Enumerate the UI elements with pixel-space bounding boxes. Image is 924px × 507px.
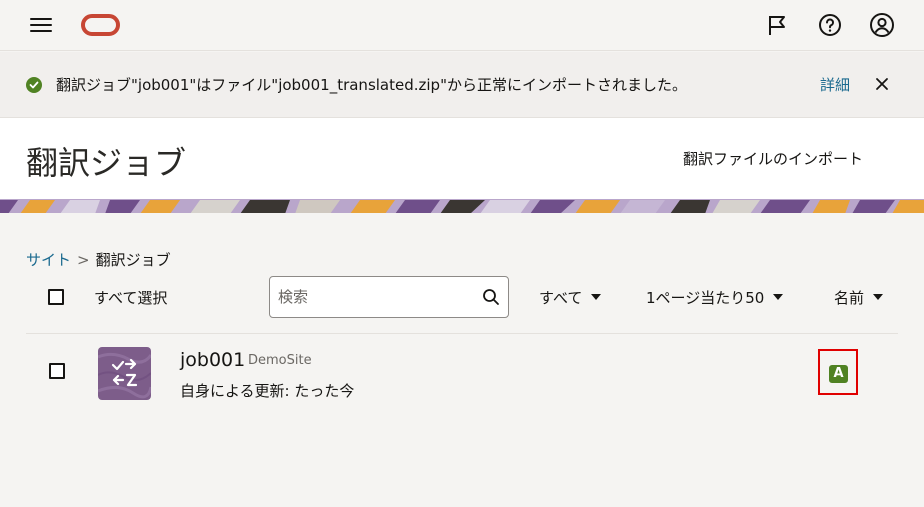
breadcrumb-separator: > [77, 251, 90, 269]
breadcrumb: サイト > 翻訳ジョブ [26, 249, 171, 270]
list-divider [26, 333, 898, 334]
per-page-dropdown-value: 1ページ当たり50 [646, 289, 765, 307]
select-all-label[interactable]: すべて選択 [94, 287, 167, 308]
success-check-icon [26, 77, 42, 93]
per-page-dropdown[interactable]: 1ページ当たり50 [646, 287, 784, 308]
status-badge[interactable]: A [829, 365, 848, 383]
row-checkbox[interactable] [49, 363, 65, 379]
filter-dropdown[interactable]: すべて [539, 287, 602, 308]
search-input[interactable] [278, 287, 473, 307]
chevron-down-icon [591, 293, 602, 300]
import-translation-button[interactable]: 翻訳ファイルのインポート [683, 148, 863, 169]
decorative-banner [0, 199, 924, 213]
job-site-label: DemoSite [248, 353, 312, 368]
breadcrumb-sites-link[interactable]: サイト [26, 251, 71, 269]
user-avatar-icon[interactable] [869, 12, 895, 38]
details-link[interactable]: 詳細 [820, 74, 850, 95]
hamburger-menu-icon[interactable] [30, 14, 52, 36]
status-highlight-box: A [818, 349, 858, 395]
job-updated-text: 自身による更新: たった今 [180, 382, 355, 400]
top-bar [0, 0, 924, 51]
job-name-link[interactable]: job001 [180, 349, 245, 371]
success-notification: 翻訳ジョブ"job001"はファイル"job001_translated.zip… [0, 52, 924, 118]
breadcrumb-current: 翻訳ジョブ [95, 251, 171, 269]
chevron-down-icon [773, 293, 784, 300]
page-header: 翻訳ジョブ 翻訳ファイルのインポート [0, 118, 924, 199]
search-icon[interactable] [482, 288, 500, 306]
sort-dropdown[interactable]: 名前 [834, 287, 884, 308]
page-title: 翻訳ジョブ [26, 144, 187, 182]
chevron-down-icon [873, 293, 884, 300]
sort-dropdown-value: 名前 [834, 289, 865, 307]
close-icon[interactable] [874, 76, 890, 92]
help-icon[interactable] [817, 12, 843, 38]
search-box [269, 276, 509, 318]
translate-icon[interactable] [98, 347, 151, 400]
notification-message: 翻訳ジョブ"job001"はファイル"job001_translated.zip… [56, 76, 687, 94]
oracle-logo[interactable] [81, 14, 120, 36]
select-all-checkbox[interactable] [48, 289, 64, 305]
filter-dropdown-value: すべて [539, 289, 583, 307]
flag-icon[interactable] [764, 12, 790, 38]
